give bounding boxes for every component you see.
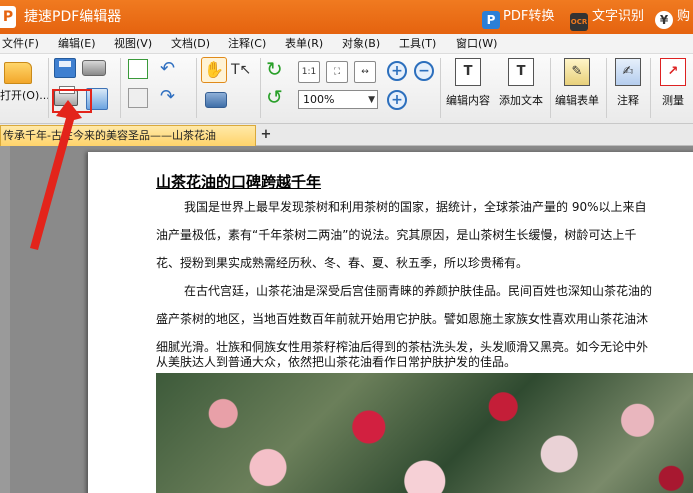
- menu-tools[interactable]: 工具(T): [399, 37, 436, 51]
- add-text-icon: T: [508, 58, 534, 86]
- actual-size-icon[interactable]: 1:1: [298, 61, 320, 83]
- fit-width-icon[interactable]: ↔: [354, 61, 376, 83]
- zoom-select[interactable]: 100% ▼: [298, 90, 378, 109]
- arrow-shape: [30, 100, 82, 250]
- pdf-convert-button[interactable]: P PDF转换: [482, 6, 555, 29]
- title-bar: P 捷速PDF编辑器 P PDF转换 OCR 文字识别 ¥ 购: [0, 0, 693, 34]
- purchase-label: 购: [677, 9, 691, 24]
- ocr-button[interactable]: OCR 文字识别: [570, 6, 645, 31]
- menu-window[interactable]: 窗口(W): [456, 37, 497, 51]
- menu-object[interactable]: 对象(B): [342, 37, 380, 51]
- edit-content-label: 编辑内容: [446, 94, 490, 107]
- pdf-convert-label: PDF转换: [503, 9, 555, 24]
- app-window: P 捷速PDF编辑器 P PDF转换 OCR 文字识别 ¥ 购 文件(F) 编辑(E)…: [0, 0, 693, 493]
- snapshot-icon[interactable]: [205, 92, 227, 108]
- paragraph-line: 盛产茶树的地区，当地百姓数百年前就开始用它护肤。譬如恩施土家族女性喜欢用山茶花油…: [156, 312, 649, 326]
- save-icon[interactable]: [54, 58, 76, 78]
- yuan-icon: ¥: [655, 11, 673, 29]
- app-logo-icon: P: [0, 6, 16, 28]
- rotate-clockwise-icon[interactable]: ↻: [266, 58, 286, 80]
- measure-label: 测量: [662, 94, 684, 107]
- new-tab-icon[interactable]: +: [260, 128, 272, 141]
- edit-form-button[interactable]: ✎ 编辑表单: [552, 58, 602, 118]
- toolbar-divider: [196, 58, 197, 118]
- purchase-button[interactable]: ¥ 购: [655, 6, 691, 29]
- annotate-icon: ✍: [615, 58, 641, 86]
- paragraph-line: 油产量极低，素有“千年茶树二两油”的说法。究其原因，是山茶树生长缓慢，树龄可达上…: [156, 228, 637, 242]
- toolbar-divider: [550, 58, 551, 118]
- menu-form[interactable]: 表单(R): [285, 37, 323, 51]
- menu-view[interactable]: 视图(V): [114, 37, 152, 51]
- redo-icon[interactable]: ↷: [160, 88, 188, 106]
- camellia-photo: [156, 373, 693, 493]
- document-tab-bar: 传承千年-古往今来的美容圣品——山茶花油 +: [0, 124, 693, 146]
- paragraph-line: 在古代宫廷，山茶花油是深受后宫佳丽青睐的养颜护肤佳品。民间百姓也深知山茶花油的: [184, 284, 653, 298]
- edit-content-button[interactable]: T 编辑内容: [443, 58, 493, 118]
- ocr-icon: OCR: [570, 13, 588, 31]
- zoom-value: 100%: [303, 93, 335, 106]
- menu-edit[interactable]: 编辑(E): [58, 37, 96, 51]
- fit-page-icon[interactable]: ⛶: [326, 61, 348, 83]
- paragraph-line: 细腻光滑。壮族和侗族女性用茶籽榨油后得到的茶枯洗头发，头发顺滑又黑亮。如今无论中…: [156, 340, 649, 354]
- select-text-icon[interactable]: T↖: [231, 60, 253, 80]
- chevron-down-icon: ▼: [368, 95, 375, 105]
- zoom-tool-icon[interactable]: +: [387, 90, 407, 110]
- measure-icon: ↗: [660, 58, 686, 86]
- menu-document[interactable]: 文档(D): [171, 37, 210, 51]
- copy-icon[interactable]: [128, 59, 148, 79]
- menu-comment[interactable]: 注释(C): [228, 37, 266, 51]
- document-viewport[interactable]: 山茶花油的口碑跨越千年 我国是世界上最早发现茶树和利用茶树的国家，据统计，全球茶…: [0, 146, 693, 493]
- toolbar-divider: [440, 58, 441, 118]
- app-title: 捷速PDF编辑器: [24, 9, 122, 25]
- paragraph-line: 从美肤达人到普通大众，依然把山茶花油看作日常护肤护发的佳品。: [156, 355, 517, 369]
- edit-content-icon: T: [455, 58, 481, 86]
- paragraph-line: 我国是世界上最早发现茶树和利用茶树的国家，据统计，全球茶油产量的 90%以上来自: [184, 200, 647, 214]
- left-panel-edge: [0, 146, 10, 493]
- pdf-convert-icon: P: [482, 11, 500, 29]
- ocr-label: 文字识别: [592, 9, 645, 24]
- toolbar-divider: [606, 58, 607, 118]
- document-heading: 山茶花油的口碑跨越千年: [156, 173, 322, 191]
- scanner-icon[interactable]: [82, 60, 106, 76]
- edit-form-icon: ✎: [564, 58, 590, 86]
- undo-icon[interactable]: ↶: [160, 60, 188, 78]
- add-text-button[interactable]: T 添加文本: [495, 58, 547, 118]
- toolbar-divider: [650, 58, 651, 118]
- paragraph-line: 花、授粉到果实成熟需经历秋、冬、春、夏、秋五季，所以珍贵稀有。: [156, 256, 529, 270]
- zoom-in-icon[interactable]: +: [387, 61, 407, 81]
- open-folder-icon[interactable]: [4, 62, 32, 84]
- toolbar: 打开(O)... ↶ ↷ ✋ T↖ ↻ ↺ 1:1 ⛶ ↔ 100% ▼ + −…: [0, 54, 693, 124]
- toolbar-divider: [260, 58, 261, 118]
- edit-form-label: 编辑表单: [555, 94, 599, 107]
- red-arrow-annotation: [30, 100, 82, 250]
- menu-bar: 文件(F) 编辑(E) 视图(V) 文档(D) 注释(C) 表单(R) 对象(B…: [0, 34, 693, 54]
- annotate-label: 注释: [617, 94, 639, 107]
- pdf-page[interactable]: 山茶花油的口碑跨越千年 我国是世界上最早发现茶树和利用茶树的国家，据统计，全球茶…: [88, 152, 693, 493]
- hand-tool-icon[interactable]: ✋: [201, 57, 227, 83]
- add-text-label: 添加文本: [499, 94, 543, 107]
- paste-icon[interactable]: [128, 88, 148, 108]
- zoom-out-icon[interactable]: −: [414, 61, 434, 81]
- annotate-button[interactable]: ✍ 注释: [610, 58, 646, 118]
- rotate-counterclockwise-icon[interactable]: ↺: [266, 86, 286, 108]
- menu-file[interactable]: 文件(F): [2, 37, 39, 51]
- toolbar-divider: [120, 58, 121, 118]
- measure-button[interactable]: ↗ 测量: [655, 58, 691, 118]
